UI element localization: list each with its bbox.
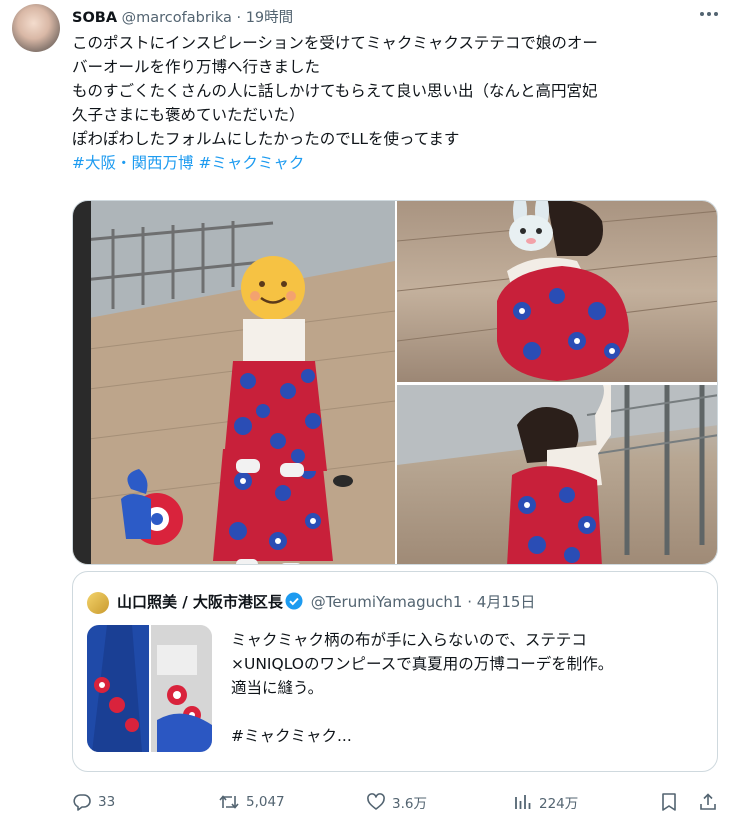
post-text-line: ものすごくたくさんの人に話しかけてもらえて良い思い出（なんと高円宮妃 bbox=[72, 82, 598, 100]
quoted-text-line: ミャクミャク柄の布が手に入らないので、ステテコ bbox=[231, 631, 587, 649]
post-time[interactable]: 19時間 bbox=[246, 10, 293, 26]
quoted-author-avatar[interactable] bbox=[87, 592, 109, 614]
reply-count: 33 bbox=[98, 794, 116, 810]
header-separator: · bbox=[236, 10, 242, 26]
post-text-line: 久子さまにも褒めていただいた） bbox=[72, 106, 305, 124]
quoted-post-card[interactable]: 山口照美 / 大阪市港区長 @TerumiYamaguch1 · 4月15日 ミ… bbox=[72, 571, 718, 772]
more-button[interactable] bbox=[696, 4, 722, 24]
verified-badge-icon bbox=[285, 592, 303, 610]
hashtag-link[interactable]: #大阪・関西万博 bbox=[72, 154, 194, 172]
quoted-header-separator: · bbox=[467, 593, 472, 611]
bookmark-button[interactable] bbox=[660, 789, 678, 815]
like-button[interactable]: 3.6万 bbox=[366, 789, 427, 815]
repost-button[interactable]: 5,047 bbox=[218, 789, 285, 815]
views-button[interactable]: 224万 bbox=[513, 789, 578, 815]
photo-child-crouching[interactable] bbox=[397, 201, 717, 382]
hashtag-link[interactable]: #ミャクミャク bbox=[198, 154, 304, 172]
quoted-post-date[interactable]: 4月15日 bbox=[477, 593, 536, 611]
post-text-line: ぽわぽわしたフォルムにしたかったのでLLを使ってます bbox=[72, 130, 460, 148]
action-bar: 33 5,047 3.6万 224万 bbox=[72, 789, 722, 815]
quoted-text-line: ×UNIQLOのワンピースで真夏用の万博コーデを制作。 bbox=[231, 655, 614, 673]
author-avatar[interactable] bbox=[12, 4, 60, 52]
share-button[interactable] bbox=[698, 789, 718, 815]
quoted-text-line: #ミャクミャク... bbox=[231, 727, 352, 745]
repost-count: 5,047 bbox=[246, 794, 285, 810]
quoted-text-line bbox=[231, 700, 701, 724]
quoted-author-name[interactable]: 山口照美 / 大阪市港区長 bbox=[117, 593, 283, 611]
views-count: 224万 bbox=[539, 796, 579, 812]
post-header: SOBA @marcofabrika · 19時間 bbox=[72, 6, 293, 27]
photo-child-at-railing[interactable] bbox=[397, 385, 717, 564]
quoted-post-thumbnail[interactable] bbox=[87, 625, 212, 752]
quoted-text-line: 適当に縫う。 bbox=[231, 679, 324, 697]
author-name[interactable]: SOBA bbox=[72, 10, 117, 26]
reply-icon bbox=[73, 794, 91, 811]
post-text-line: バーオールを作り万博へ行きました bbox=[72, 58, 321, 76]
author-handle[interactable]: @marcofabrika bbox=[122, 10, 232, 26]
share-icon bbox=[700, 793, 716, 810]
hashtag-row: #大阪・関西万博 #ミャクミャク bbox=[72, 151, 722, 175]
quoted-post-header: 山口照美 / 大阪市港区長 @TerumiYamaguch1 · 4月15日 bbox=[117, 591, 535, 612]
repost-icon bbox=[219, 795, 239, 809]
quoted-author-handle[interactable]: @TerumiYamaguch1 bbox=[311, 593, 463, 611]
media-grid bbox=[72, 200, 718, 565]
reply-button[interactable]: 33 bbox=[72, 789, 115, 815]
quoted-post-text: ミャクミャク柄の布が手に入らないので、ステテコ ×UNIQLOのワンピースで真夏… bbox=[231, 628, 701, 748]
post-text-line: このポストにインスピレーションを受けてミャクミャクステテコで娘のオー bbox=[72, 34, 598, 52]
more-icon bbox=[700, 12, 718, 16]
bookmark-icon bbox=[662, 793, 676, 811]
like-icon bbox=[367, 793, 385, 810]
photo-child-standing[interactable] bbox=[73, 201, 395, 564]
views-icon bbox=[515, 795, 531, 809]
like-count: 3.6万 bbox=[392, 796, 427, 812]
post-text: このポストにインスピレーションを受けてミャクミャクステテコで娘のオー バーオール… bbox=[72, 31, 722, 175]
